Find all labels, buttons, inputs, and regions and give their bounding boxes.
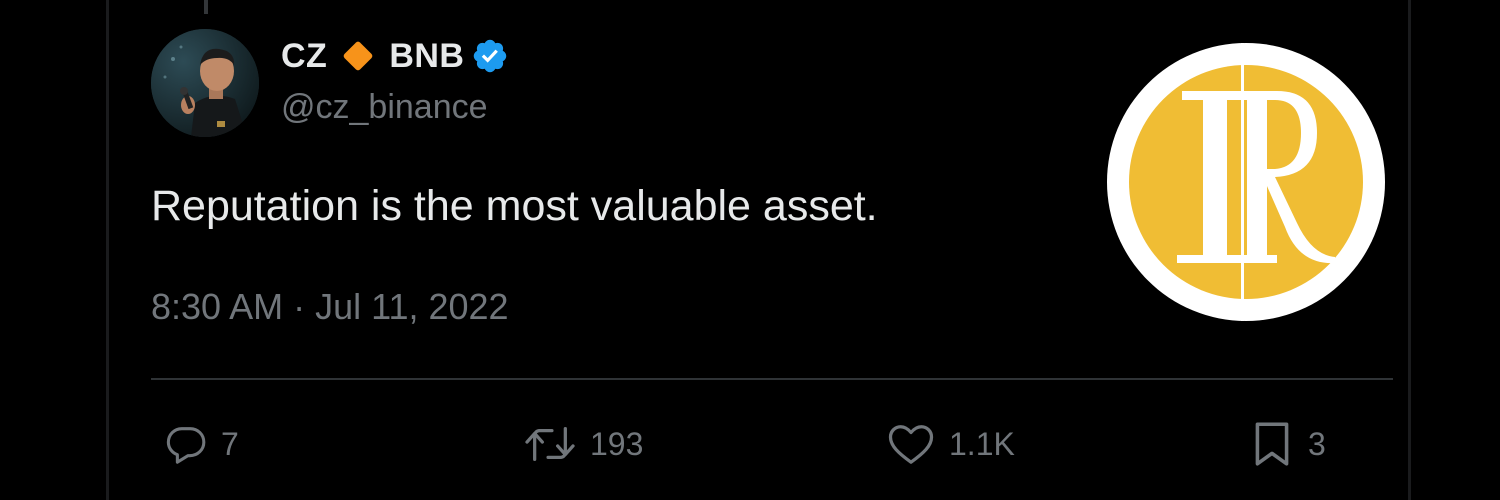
author-handle[interactable]: @cz_binance: [281, 88, 488, 127]
reply-button[interactable]: 7: [163, 418, 239, 470]
reply-count: 7: [221, 425, 239, 462]
author-avatar[interactable]: [151, 29, 259, 137]
timeline-border-left: [106, 0, 109, 500]
verified-badge-icon[interactable]: [471, 36, 511, 76]
diamond-icon: [337, 35, 379, 77]
r-monogram-logo: [1107, 43, 1385, 321]
thread-connector-line: [204, 0, 208, 14]
timeline-border-right: [1408, 0, 1411, 500]
heart-icon: [888, 425, 934, 464]
avatar-photo: [151, 29, 259, 137]
bookmark-count: 3: [1308, 425, 1326, 462]
retweet-count: 193: [590, 425, 644, 462]
bookmark-button[interactable]: 3: [1248, 418, 1326, 470]
retweet-button[interactable]: 193: [522, 418, 643, 470]
retweet-icon: [525, 427, 575, 461]
author-name-part-1[interactable]: CZ: [281, 37, 327, 76]
like-button[interactable]: 1.1K: [885, 418, 1015, 470]
tweet-timestamp[interactable]: 8:30 AM · Jul 11, 2022: [151, 286, 509, 328]
like-count: 1.1K: [949, 425, 1015, 462]
divider: [151, 378, 1393, 380]
reply-icon: [166, 427, 206, 464]
author-name-part-2[interactable]: BNB: [389, 37, 464, 76]
author-name-row[interactable]: CZ BNB: [281, 34, 511, 78]
bookmark-icon: [1255, 422, 1289, 466]
tweet-text: Reputation is the most valuable asset.: [151, 182, 878, 230]
